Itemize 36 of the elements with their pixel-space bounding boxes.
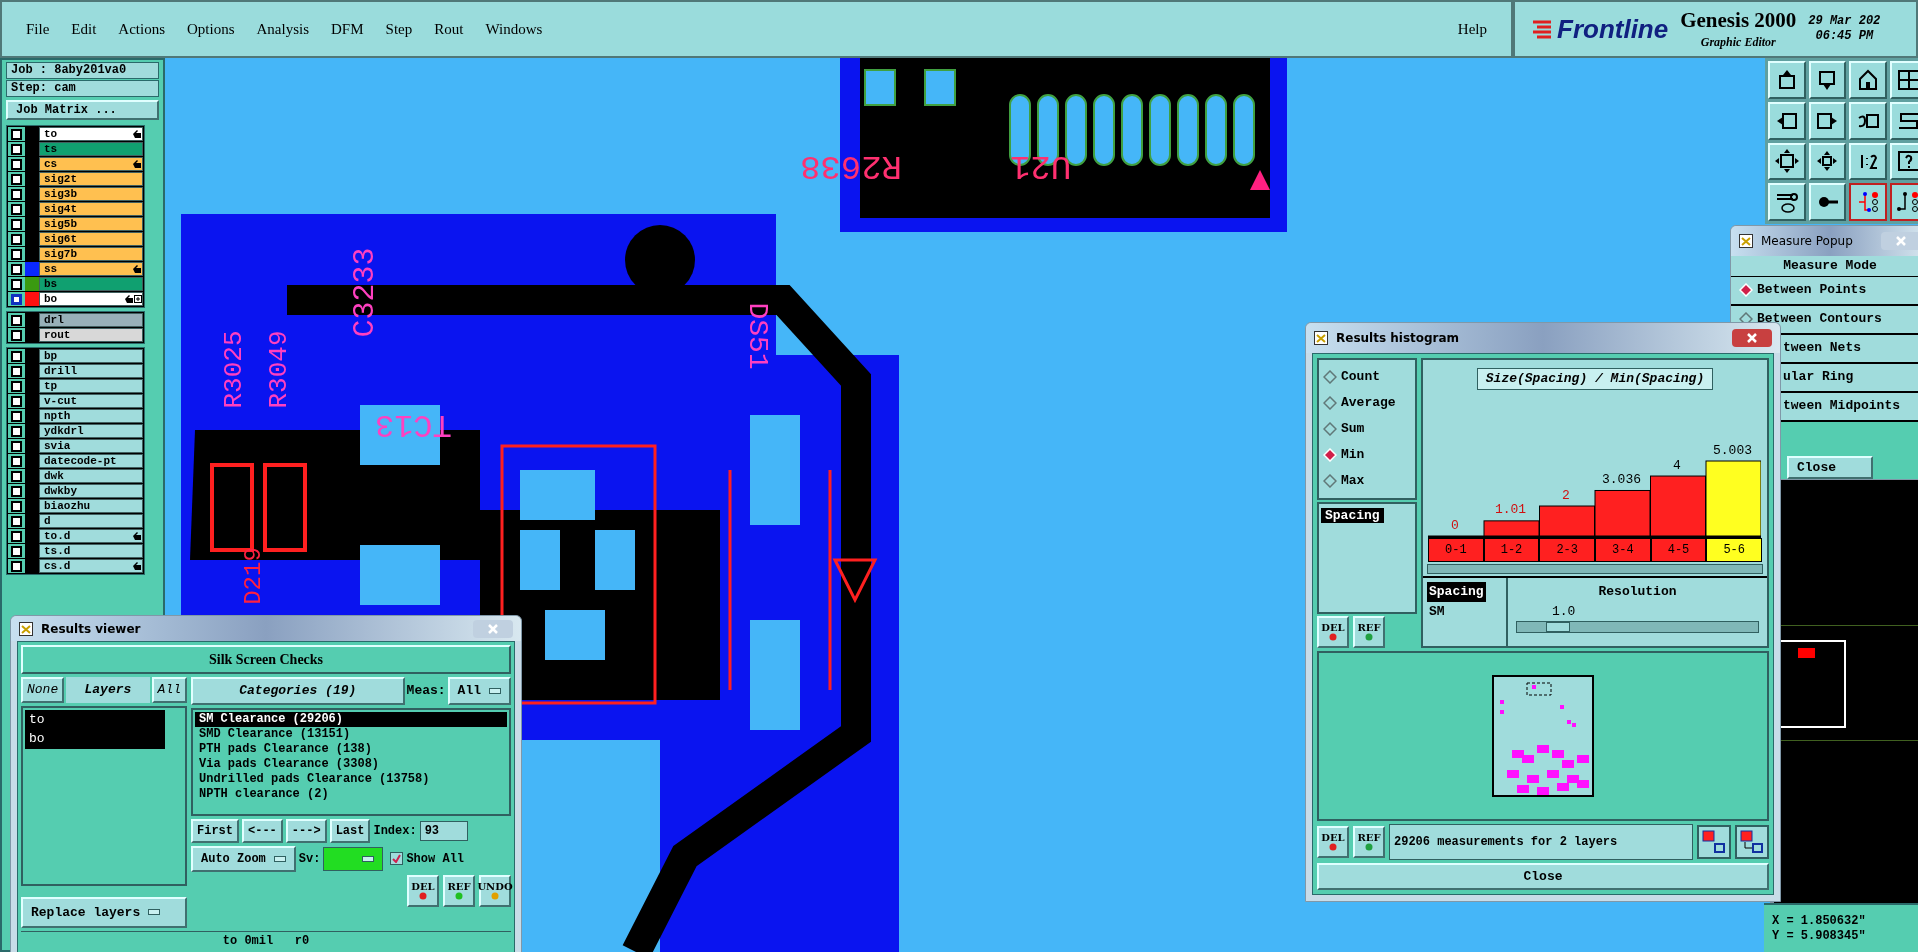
bar-value-label: 2	[1562, 486, 1570, 505]
x-coordinate: X = 1.850632"	[1772, 913, 1867, 929]
bar-value-label: 1.01	[1494, 501, 1527, 520]
resolution-label: Resolution	[1598, 583, 1677, 601]
sv-label: Sv:	[298, 850, 321, 868]
time-text: 06:45 PM	[1815, 29, 1874, 44]
silkscreen-label: R3025	[217, 330, 250, 409]
resolution-value: 1.0	[1552, 602, 1577, 621]
product-name: Genesis 2000	[1680, 6, 1797, 34]
show-all-label: Show All	[406, 850, 465, 868]
results-heading: Silk Screen Checks	[21, 645, 511, 674]
bar-value-label: 3.036	[1602, 471, 1641, 489]
silkscreen-label: R3049	[262, 330, 295, 409]
chart-title: Size(Spacing) / Min(Spacing)	[1476, 368, 1714, 390]
silkscreen-label: DS51	[740, 302, 774, 370]
bar-value-label: 5.003	[1713, 441, 1752, 460]
silkscreen-label: C3233	[346, 247, 383, 338]
y-coordinate: Y = 5.908345"	[1772, 928, 1867, 944]
meas-label: Meas:	[406, 682, 446, 700]
window-title: Results viewer	[41, 620, 141, 638]
layers-label: Layers	[66, 677, 150, 703]
index-label: Index:	[373, 822, 417, 840]
silkscreen-label: U21	[1010, 146, 1072, 187]
measurement-status: 29206 measurements for 2 layers	[1389, 823, 1693, 860]
step-name: Step: cam	[6, 80, 159, 97]
silkscreen-label: TC13	[375, 405, 452, 445]
brand-logo: Frontline	[1557, 12, 1669, 46]
bar-value-label: 4	[1673, 456, 1681, 475]
measure-mode-heading: Measure Mode	[1731, 256, 1918, 277]
job-name: Job : 8aby201va0	[6, 62, 159, 79]
date-text: 29 Mar 202	[1808, 14, 1881, 29]
product-subtitle: Graphic Editor	[1700, 34, 1776, 52]
silkscreen-label: R2638	[800, 146, 903, 187]
silkscreen-label: D219	[238, 547, 268, 605]
bar-value-label: 0	[1451, 516, 1459, 535]
window-title: Results histogram	[1336, 330, 1460, 347]
